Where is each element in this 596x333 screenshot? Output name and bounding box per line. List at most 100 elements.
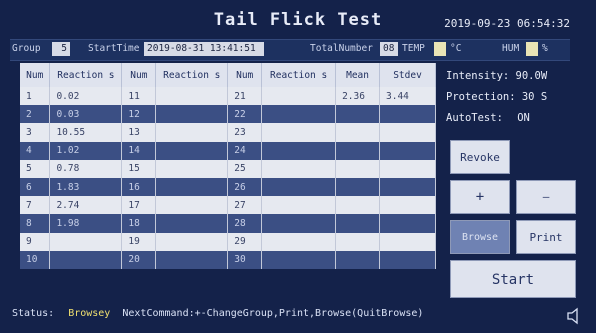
cell-mean-text <box>336 109 342 120</box>
cell-stdev-text <box>380 145 386 156</box>
cell-reaction-text <box>262 218 268 229</box>
cell-num-text: 21 <box>234 90 246 102</box>
cell-num: 9 <box>20 232 51 251</box>
cell-stdev <box>379 232 436 251</box>
cell-mean <box>335 123 381 142</box>
cell-reaction-text <box>262 182 268 193</box>
cell-reaction <box>155 196 229 215</box>
cell-stdev-text <box>380 254 386 265</box>
print-button[interactable]: Print <box>516 220 576 254</box>
browse-button[interactable]: Browse <box>450 220 510 254</box>
cell-num-text: 10 <box>26 254 38 266</box>
cell-num: 21 <box>227 87 263 106</box>
table-row: 8 1.98 18 28 <box>20 214 436 233</box>
cell-num-text: 28 <box>234 217 246 229</box>
cell-stdev <box>379 250 436 269</box>
cell-reaction-text <box>156 109 162 120</box>
control-panel: Intensity: 90.0W Protection: 30 S AutoTe… <box>446 66 582 298</box>
cell-num: 1 <box>20 87 51 106</box>
cell-num: 15 <box>121 159 157 178</box>
cell-stdev <box>379 159 436 178</box>
cell-reaction-text: 2.74 <box>56 199 80 211</box>
cell-reaction: 0.02 <box>49 87 123 106</box>
cell-num: 22 <box>227 105 263 124</box>
datetime-display: 2019-09-23 06:54:32 <box>444 17 570 30</box>
table-row: 3 10.55 13 23 <box>20 123 436 142</box>
minus-button[interactable]: — <box>516 180 576 214</box>
cell-reaction <box>261 141 337 160</box>
cell-num: 13 <box>121 123 157 142</box>
cell-reaction <box>155 177 229 197</box>
cell-stdev <box>379 141 436 160</box>
cell-reaction-text <box>50 254 56 265</box>
status-state: Browsey <box>68 308 111 319</box>
cell-reaction-text <box>262 200 268 211</box>
cell-num-text: 13 <box>128 126 140 138</box>
autotest-readout: AutoTest: ON <box>446 108 582 129</box>
cell-num: 2 <box>20 105 51 124</box>
cell-mean-text <box>336 218 342 229</box>
plus-button[interactable]: + <box>450 180 510 214</box>
cell-reaction <box>155 105 229 124</box>
cell-reaction-text <box>262 145 268 156</box>
total-number-value: 08 <box>380 42 398 56</box>
cell-stdev-text <box>380 109 386 120</box>
cell-num: 14 <box>121 141 157 160</box>
cell-num-text: 26 <box>234 181 246 193</box>
cell-reaction <box>261 214 337 233</box>
cell-reaction-text: 0.03 <box>56 108 80 120</box>
revoke-button[interactable]: Revoke <box>450 140 510 174</box>
cell-reaction <box>49 250 123 269</box>
cell-num-text: 5 <box>26 163 32 175</box>
cell-reaction <box>155 250 229 269</box>
cell-reaction <box>155 214 229 233</box>
cell-mean <box>335 214 381 233</box>
next-command: NextCommand:+-ChangeGroup,Print,Browse(Q… <box>122 308 424 319</box>
cell-reaction: 1.98 <box>49 214 123 233</box>
col-header-num: Num <box>227 63 263 87</box>
status-bar: Status: Browsey NextCommand:+-ChangeGrou… <box>12 308 423 319</box>
cell-reaction: 10.55 <box>49 123 123 142</box>
cell-reaction <box>155 123 229 142</box>
cell-reaction-text: 1.83 <box>56 181 80 193</box>
start-time-label: StartTime <box>88 43 140 54</box>
table-row: 2 0.03 12 22 <box>20 105 436 124</box>
table-row: 7 2.74 17 27 <box>20 196 436 215</box>
cell-num: 18 <box>121 214 157 233</box>
cell-mean-text <box>336 163 342 174</box>
group-label: Group <box>12 43 41 54</box>
cell-mean-text <box>336 236 342 247</box>
cell-mean <box>335 250 381 269</box>
cell-num-text: 22 <box>234 108 246 120</box>
col-header-reaction: Reaction s <box>261 63 337 87</box>
cell-num: 19 <box>121 232 157 251</box>
cell-stdev-text <box>380 127 386 138</box>
cell-reaction <box>261 123 337 142</box>
cell-num-text: 20 <box>128 254 140 266</box>
cell-num-text: 15 <box>128 163 140 175</box>
table-row: 10 20 30 <box>20 250 436 269</box>
hum-unit: % <box>542 43 548 54</box>
cell-stdev-text <box>380 236 386 247</box>
cell-num-text: 12 <box>128 108 140 120</box>
speaker-icon[interactable] <box>566 307 584 325</box>
cell-num: 7 <box>20 196 51 215</box>
table-row: 1 0.02 11 21 2.36 3.44 <box>20 87 436 106</box>
cell-mean <box>335 141 381 160</box>
total-number-label: TotalNumber <box>310 43 373 54</box>
cell-num: 16 <box>121 177 157 197</box>
cell-num-text: 25 <box>234 163 246 175</box>
cell-mean-text: 2.36 <box>342 90 365 102</box>
cell-reaction-text <box>262 163 268 174</box>
col-header-num: Num <box>20 63 51 87</box>
start-button[interactable]: Start <box>450 260 576 298</box>
cell-reaction-text <box>262 254 268 265</box>
group-value[interactable]: 5 <box>52 42 70 56</box>
cell-reaction-text: 1.98 <box>56 217 80 229</box>
cell-num-text: 2 <box>26 108 32 120</box>
cell-num-text: 17 <box>128 199 140 211</box>
status-label: Status: <box>12 308 55 319</box>
table-row: 5 0.78 15 25 <box>20 159 436 178</box>
cell-reaction-text: 0.78 <box>56 163 80 175</box>
tail-flick-screen: Tail Flick Test 2019-09-23 06:54:32 Grou… <box>0 0 596 333</box>
